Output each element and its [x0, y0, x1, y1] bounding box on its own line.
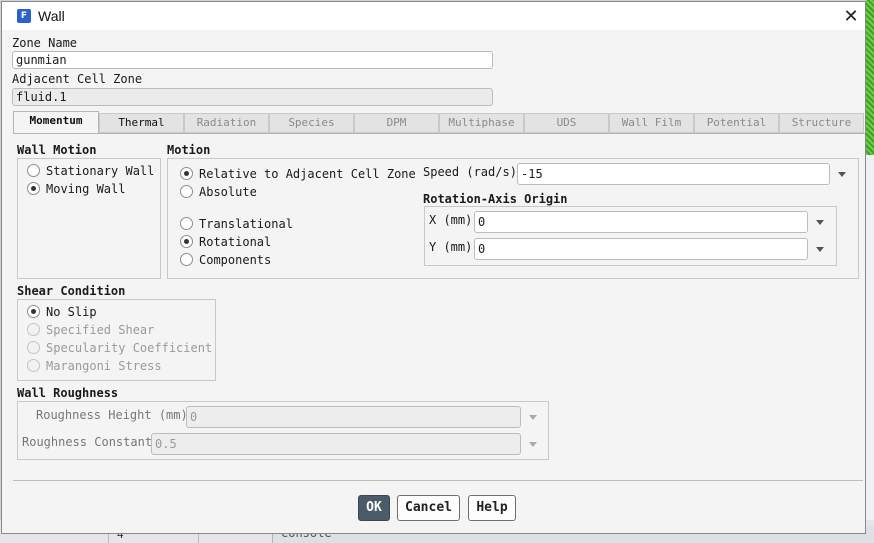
- title-bar[interactable]: F Wall ✕: [2, 2, 865, 30]
- radio-components[interactable]: Components: [180, 253, 271, 267]
- ok-button[interactable]: OK: [358, 495, 390, 521]
- background-panel-strip: [866, 155, 874, 525]
- wall-dialog: F Wall ✕ Zone Name gunmian Adjacent Cell…: [1, 1, 866, 534]
- radio-no-slip[interactable]: No Slip: [27, 305, 97, 319]
- radio-specified-shear: Specified Shear: [27, 323, 154, 337]
- tab-structure: Structure: [779, 113, 864, 133]
- tab-divider: [13, 133, 865, 134]
- radio-indicator: [180, 217, 193, 230]
- radio-relative-to-adjacent[interactable]: Relative to Adjacent Cell Zone: [180, 167, 416, 181]
- radio-label: Rotational: [199, 235, 272, 249]
- radio-indicator: [180, 185, 193, 198]
- shear-condition-group: No Slip Specified Shear Specularity Coef…: [17, 299, 216, 381]
- wall-roughness-title: Wall Roughness: [17, 386, 119, 400]
- tab-species: Species: [269, 113, 354, 133]
- shear-condition-title: Shear Condition: [17, 284, 126, 298]
- rotation-axis-origin-group: X (mm) 0 Y (mm) 0: [424, 206, 837, 266]
- zone-name-input[interactable]: gunmian: [12, 51, 493, 69]
- help-button[interactable]: Help: [468, 495, 516, 521]
- radio-indicator: [27, 323, 40, 336]
- origin-x-dropdown-icon[interactable]: [816, 220, 824, 225]
- motion-group: Relative to Adjacent Cell Zone Absolute …: [167, 158, 859, 279]
- wall-motion-title: Wall Motion: [17, 143, 97, 157]
- radio-absolute[interactable]: Absolute: [180, 185, 257, 199]
- wall-motion-group: Stationary Wall Moving Wall: [17, 158, 161, 279]
- origin-x-label: X (mm): [429, 213, 473, 227]
- radio-indicator: [27, 341, 40, 354]
- radio-label: Specified Shear: [46, 323, 155, 337]
- roughness-constant-dropdown-icon: [529, 442, 537, 447]
- radio-rotational[interactable]: Rotational: [180, 235, 271, 249]
- zone-name-label: Zone Name: [12, 36, 78, 50]
- radio-indicator-selected: [180, 235, 193, 248]
- roughness-constant-label: Roughness Constant: [22, 435, 153, 449]
- tab-potential: Potential: [694, 113, 779, 133]
- radio-specularity-coefficient: Specularity Coefficient: [27, 341, 212, 355]
- radio-indicator-selected: [27, 182, 40, 195]
- background-graphics-strip: [866, 0, 874, 155]
- origin-y-input[interactable]: 0: [474, 238, 808, 260]
- speed-input[interactable]: -15: [517, 163, 830, 185]
- radio-marangoni-stress: Marangoni Stress: [27, 359, 162, 373]
- radio-translational[interactable]: Translational: [180, 217, 293, 231]
- tab-multiphase: Multiphase: [439, 113, 524, 133]
- roughness-height-label: Roughness Height (mm): [36, 408, 188, 422]
- radio-label: Moving Wall: [46, 182, 126, 196]
- radio-indicator-selected: [27, 305, 40, 318]
- radio-label: Marangoni Stress: [46, 359, 162, 373]
- tab-dpm: DPM: [354, 113, 439, 133]
- radio-label: Relative to Adjacent Cell Zone: [199, 167, 416, 181]
- origin-x-input[interactable]: 0: [474, 211, 808, 233]
- rotation-axis-origin-title: Rotation-Axis Origin: [423, 192, 568, 206]
- motion-title: Motion: [167, 143, 211, 157]
- roughness-constant-input: 0.5: [151, 433, 521, 455]
- radio-label: Translational: [199, 217, 293, 231]
- footer-divider: [13, 480, 863, 481]
- tab-momentum[interactable]: Momentum: [13, 111, 99, 134]
- radio-label: Components: [199, 253, 272, 267]
- radio-label: No Slip: [46, 305, 97, 319]
- radio-indicator: [27, 359, 40, 372]
- wall-roughness-group: Roughness Height (mm) 0 Roughness Consta…: [17, 401, 549, 460]
- adjacent-cell-zone-label: Adjacent Cell Zone: [12, 72, 143, 86]
- tab-thermal[interactable]: Thermal: [99, 113, 184, 133]
- radio-stationary-wall[interactable]: Stationary Wall: [27, 164, 154, 178]
- origin-y-dropdown-icon[interactable]: [816, 247, 824, 252]
- dialog-title: Wall: [38, 8, 65, 24]
- origin-y-label: Y (mm): [429, 240, 473, 254]
- radio-indicator-selected: [180, 167, 193, 180]
- speed-dropdown-icon[interactable]: [838, 172, 846, 177]
- tab-uds: UDS: [524, 113, 609, 133]
- fluent-app-icon: F: [17, 9, 31, 23]
- radio-label: Stationary Wall: [46, 164, 155, 178]
- cancel-button[interactable]: Cancel: [397, 495, 460, 521]
- roughness-height-input: 0: [186, 406, 521, 428]
- close-icon[interactable]: ✕: [840, 6, 862, 28]
- radio-label: Specularity Coefficient: [46, 341, 213, 355]
- radio-indicator: [27, 164, 40, 177]
- roughness-height-dropdown-icon: [529, 415, 537, 420]
- speed-label: Speed (rad/s): [423, 165, 517, 179]
- radio-moving-wall[interactable]: Moving Wall: [27, 182, 125, 196]
- radio-indicator: [180, 253, 193, 266]
- tab-wall-film: Wall Film: [609, 113, 694, 133]
- radio-label: Absolute: [199, 185, 257, 199]
- tab-radiation: Radiation: [184, 113, 269, 133]
- tab-bar: Momentum Thermal Radiation Species DPM M…: [13, 111, 865, 134]
- adjacent-cell-zone-field: fluid.1: [12, 88, 493, 106]
